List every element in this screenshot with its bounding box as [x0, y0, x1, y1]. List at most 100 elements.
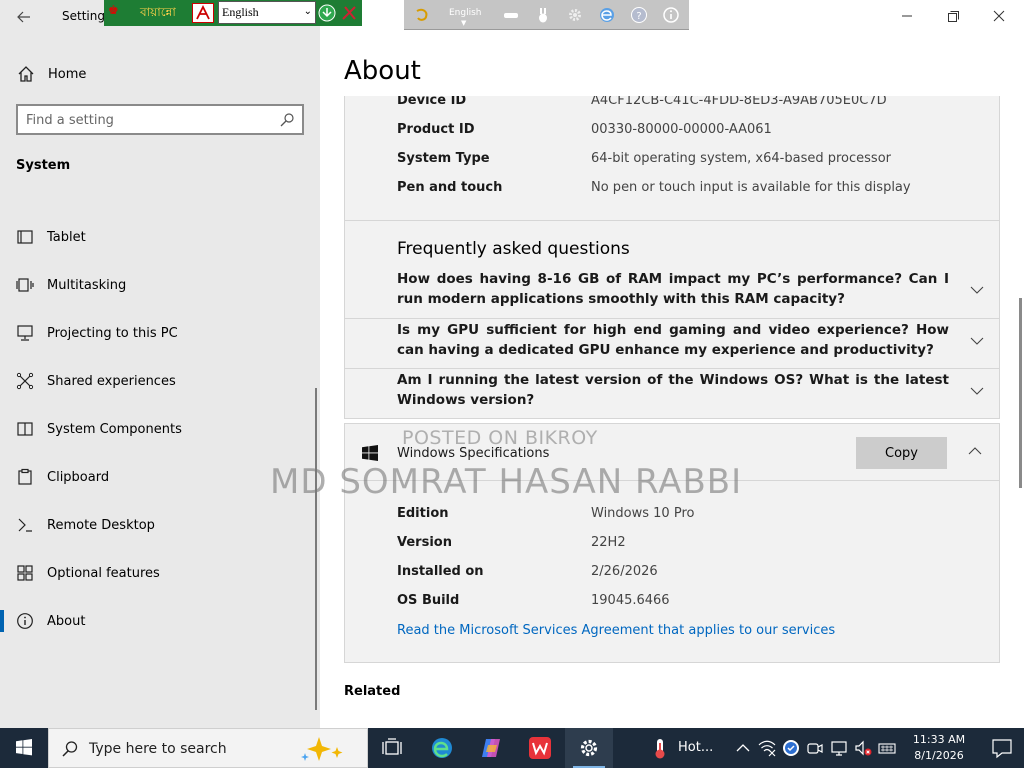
copilot-icon — [482, 739, 500, 757]
edge-app-button[interactable] — [418, 728, 466, 768]
faq-title: Frequently asked questions — [397, 239, 630, 259]
notification-center-button[interactable] — [980, 728, 1024, 768]
clock-date: 8/1/2026 — [914, 749, 964, 762]
gear-icon — [580, 739, 598, 757]
bijoy-logo-icon[interactable]: ♚ — [108, 3, 119, 17]
bijoy-title: বায়ান্নো — [140, 5, 176, 19]
taskbar-search-box[interactable]: Type here to search — [48, 728, 368, 768]
faq-item[interactable]: How does having 8-16 GB of RAM impact my… — [345, 268, 999, 318]
device-id-label: Device ID — [397, 96, 467, 108]
home-label: Home — [48, 66, 87, 82]
services-agreement-link[interactable]: Read the Microsoft Services Agreement th… — [397, 623, 835, 638]
sidebar-item-system-components[interactable]: System Components — [0, 405, 318, 453]
browser-icon[interactable] — [598, 6, 616, 24]
faq-question: How does having 8-16 GB of RAM impact my… — [397, 271, 949, 307]
multitasking-icon — [16, 278, 34, 292]
chevron-up-icon[interactable] — [967, 443, 983, 459]
taskbar-clock[interactable]: 11:33 AM 8/1/2026 — [904, 732, 974, 764]
sidebar-item-optional-features[interactable]: Optional features — [0, 549, 318, 597]
projector-icon[interactable] — [830, 739, 848, 757]
sidebar-item-label: System Components — [47, 421, 182, 437]
minimize-button[interactable] — [884, 0, 930, 32]
green-globe-icon[interactable] — [318, 4, 336, 22]
sidebar-item-remote-desktop[interactable]: Remote Desktop — [0, 501, 318, 549]
system-components-icon — [17, 422, 33, 436]
sidebar-item-tablet[interactable]: Tablet — [0, 213, 318, 261]
restore-icon — [948, 11, 959, 22]
weather-widget[interactable]: Hot... — [644, 728, 726, 768]
bijoy-language-value: English — [222, 5, 259, 19]
faq-item[interactable]: Is my GPU sufficient for high end gaming… — [345, 318, 999, 368]
keyboard-icon[interactable] — [502, 6, 520, 24]
sidebar-scrollbar[interactable] — [315, 388, 317, 710]
language-bar-language[interactable]: English — [449, 8, 482, 18]
sidebar-item-about[interactable]: About — [0, 597, 318, 645]
help-icon[interactable]: ? — [630, 6, 648, 24]
edition-value: Windows 10 Pro — [591, 506, 695, 521]
ime-logo-icon[interactable] — [414, 6, 432, 24]
taskbar: Type here to search Hot... 11:33 AM 8/1/… — [0, 728, 1024, 768]
faq-item[interactable]: Am I running the latest version of the W… — [345, 368, 999, 418]
info-circle-icon[interactable] — [662, 6, 680, 24]
product-id-label: Product ID — [397, 122, 475, 137]
sparkle-icon — [301, 737, 343, 761]
chevron-up-icon[interactable] — [734, 739, 752, 757]
sidebar-item-label: Tablet — [47, 229, 86, 245]
gear-icon[interactable] — [566, 6, 584, 24]
faq-question: Is my GPU sufficient for high end gaming… — [397, 322, 949, 358]
notification-icon — [992, 739, 1012, 759]
chevron-down-icon — [970, 286, 984, 294]
pen-touch-value: No pen or touch input is available for t… — [591, 180, 911, 195]
sidebar-item-label: Clipboard — [47, 469, 110, 485]
close-icon — [993, 10, 1005, 22]
maximize-button[interactable] — [930, 0, 976, 32]
shared-experiences-icon — [16, 372, 34, 390]
volume-muted-icon[interactable] — [854, 739, 872, 757]
close-button[interactable] — [976, 0, 1022, 32]
home-nav-item[interactable]: Home — [0, 60, 320, 88]
back-button[interactable] — [10, 6, 38, 28]
windows-logo-icon — [362, 445, 378, 461]
keyboard-layout-icon[interactable] — [192, 3, 214, 23]
related-heading: Related — [344, 684, 401, 699]
bijoy-language-select[interactable]: English ⌄ — [218, 1, 316, 24]
tools-icon[interactable] — [340, 4, 358, 22]
content-scrollbar[interactable] — [1019, 298, 1022, 488]
bijoy-toolbar: ♚ বায়ান্নো English ⌄ — [104, 0, 362, 26]
wifi-no-internet-icon[interactable] — [758, 739, 776, 757]
meet-now-icon[interactable] — [806, 739, 824, 757]
copy-button[interactable]: Copy — [856, 437, 947, 469]
windows-specifications-panel: Windows Specifications Copy Edition Wind… — [344, 423, 1000, 663]
task-view-button[interactable] — [368, 728, 416, 768]
keyboard-icon[interactable] — [878, 739, 896, 757]
search-icon — [62, 741, 78, 757]
rabbit-icon[interactable] — [534, 6, 552, 24]
system-nav-list: Tablet Multitasking Projecting to this P… — [0, 213, 318, 645]
sidebar-item-shared-experiences[interactable]: Shared experiences — [0, 357, 318, 405]
faq-panel: Frequently asked questions How does havi… — [344, 220, 1000, 419]
sidebar-item-projecting[interactable]: Projecting to this PC — [0, 309, 318, 357]
settings-app-button[interactable] — [565, 728, 613, 768]
svg-text:?: ? — [636, 11, 641, 22]
wps-office-icon — [529, 737, 551, 759]
system-type-label: System Type — [397, 151, 490, 166]
sidebar-item-label: About — [47, 613, 86, 629]
find-setting-input[interactable] — [26, 110, 276, 130]
info-icon — [17, 613, 33, 629]
sidebar-item-label: Remote Desktop — [47, 517, 155, 533]
thermometer-icon — [655, 739, 665, 759]
installed-on-label: Installed on — [397, 564, 484, 579]
watermark-name: MD SOMRAT HASAN RABBI — [270, 462, 743, 502]
sidebar-item-label: Projecting to this PC — [47, 325, 178, 341]
wps-app-button[interactable] — [516, 728, 564, 768]
copilot-app-button[interactable] — [467, 728, 515, 768]
remote-desktop-icon — [18, 518, 32, 532]
chevron-down-icon: ⌄ — [303, 6, 312, 17]
system-type-value: 64-bit operating system, x64-based proce… — [591, 151, 891, 166]
sidebar-item-label: Multitasking — [47, 277, 127, 293]
blue-shield-icon[interactable] — [782, 739, 800, 757]
start-button[interactable] — [0, 728, 48, 768]
find-setting-search[interactable] — [16, 104, 304, 135]
window-controls — [874, 0, 1024, 32]
sidebar-item-multitasking[interactable]: Multitasking — [0, 261, 318, 309]
